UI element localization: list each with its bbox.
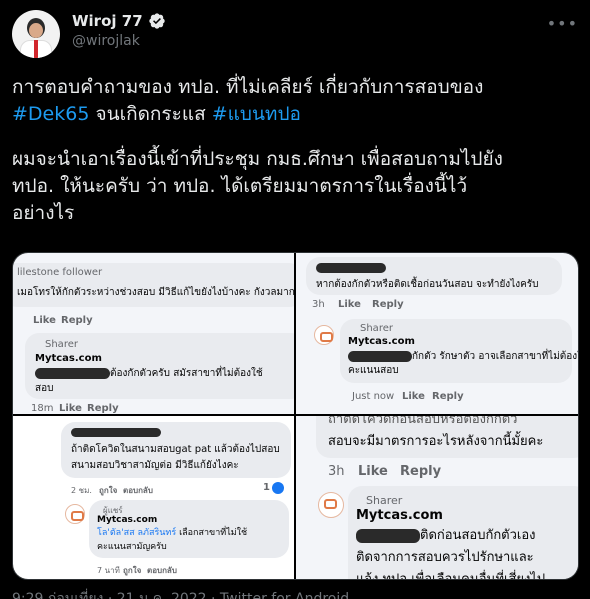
sharer-reply-3: แจ้ง ทปอ เพื่อเลือนคนอื่นที่เสี่ยงไป: [356, 572, 546, 580]
name-row: Wiroj 77: [72, 12, 166, 30]
verified-badge-icon: [148, 13, 165, 29]
redacted-name: [348, 350, 412, 362]
tweet-line: ผมจะนำเอาเรื่องนี้เข้าที่ประชุม กมธ.ศึกษ…: [12, 146, 578, 173]
sharer-label: Sharer: [45, 339, 78, 350]
avatar-tie: [34, 40, 38, 58]
comment-text-1: ถ้าติดโควิดก่อนสอบหรือต้องกักตัว: [328, 416, 518, 427]
reply-link[interactable]: Reply: [400, 464, 441, 479]
sharer-reply-text: เลือกสาขาที่ไม่ใช้: [176, 528, 248, 538]
tweet-header: Wiroj 77 @wirojlak •••: [12, 8, 578, 60]
sharer-avatar: [318, 492, 344, 518]
like-link[interactable]: ถูกใจ: [99, 484, 117, 497]
like-link[interactable]: Like: [59, 403, 82, 414]
tweet-text-span: ทปอ. ให้นะครับ ว่า ทปอ. ได้เตรียมมาตรการ…: [12, 175, 468, 197]
comment-text-2: สนามสอบวิชาสามัญต่อ มีวิธีแก้ยังไงคะ: [71, 460, 239, 471]
comment-bubble: ถ้าติดโควิดก่อนสอบหรือต้องกักตัว สอบจะมี…: [316, 416, 578, 458]
media-image-4[interactable]: ถ้าติดโควิดก่อนสอบหรือต้องกักตัว สอบจะมี…: [296, 416, 578, 580]
tweet-line: การตอบคำถามของ ทปอ. ที่ไม่เคลียร์ เกี่ยว…: [12, 74, 578, 101]
media-image-1[interactable]: lilestone follower เมอโทรให้กักตัวระหว่า…: [13, 253, 294, 414]
sharer-reply-2: คะแนนสามัญครับ: [97, 542, 167, 552]
sharer-name: Mytcas.com: [35, 353, 102, 364]
like-reaction-icon: [272, 482, 284, 494]
sharer-reply-text: กักตัว รักษาตัว อาจเลือกสาขาที่ไม่ต้องใช…: [412, 351, 579, 362]
comment-bubble: lilestone follower เมอโทรให้กักตัวระหว่า…: [13, 263, 294, 307]
avatar[interactable]: [12, 10, 60, 58]
tweet-text-span: ผมจะนำเอาเรื่องนี้เข้าที่ประชุม กมธ.ศึกษ…: [12, 148, 503, 170]
sharer-reply: ติดก่อนสอบกักตัวเอง: [356, 528, 536, 543]
timestamp: 3h: [312, 299, 325, 310]
sharer-reply-text: ต้องกักตัวครับ สมัรสาขาที่ไม่ต้องใช้: [110, 368, 263, 379]
tweet-line: ทปอ. ให้นะครับ ว่า ทปอ. ได้เตรียมมาตรการ…: [12, 173, 578, 200]
reply-link[interactable]: Reply: [87, 403, 119, 414]
media-grid: lilestone follower เมอโทรให้กักตัวระหว่า…: [12, 252, 579, 580]
sharer-reply: ต้องกักตัวครับ สมัรสาขาที่ไม่ต้องใช้: [35, 366, 263, 381]
tweet-line: #Dek65 จนเกิดกระแส #แบนทปอ: [12, 101, 578, 128]
redacted-name: [316, 263, 386, 273]
more-icon[interactable]: •••: [547, 14, 578, 33]
sharer-label: Sharer: [360, 323, 393, 334]
reply-link[interactable]: Reply: [432, 391, 464, 402]
reply-link[interactable]: ตอบกลับ: [147, 564, 177, 577]
redacted-name: [356, 528, 420, 543]
sharer-name: Mytcas.com: [348, 336, 415, 347]
sharer-label: Sharer: [366, 494, 403, 507]
follower-badge: lilestone follower: [17, 267, 103, 278]
sharer-reply: โล'ตัล'สส ลภัสรินทร์ เลือกสาขาที่ไม่ใช้: [97, 526, 247, 541]
timestamp: 2 ชม.: [71, 486, 92, 495]
tweet-text: การตอบคำถามของ ทปอ. ที่ไม่เคลียร์ เกี่ยว…: [12, 74, 578, 227]
like-link[interactable]: Like: [358, 464, 388, 479]
comment-text: เมอโทรให้กักตัวระหว่างช่วงสอบ มีวิธีแก้ไ…: [17, 287, 294, 298]
sharer-bubble: Sharer Mytcas.com ต้องกักตัวครับ สมัรสาข…: [25, 333, 294, 399]
sharer-reply-2: คะแนนสอบ: [348, 365, 399, 376]
tweet-timestamp[interactable]: 9:29 ก่อนเที่ยง · 21 ม.ค. 2022 · Twitter…: [12, 588, 349, 599]
sharer-name: Mytcas.com: [356, 508, 443, 523]
reply-link[interactable]: ตอบกลับ: [123, 484, 153, 497]
timestamp: 7 นาที: [97, 566, 120, 575]
like-link[interactable]: Like: [338, 299, 361, 310]
media-image-2[interactable]: หากต้องกักตัวหรือติดเชื้อก่อนวันสอบ จะทำ…: [296, 253, 578, 414]
like-link[interactable]: Like: [33, 315, 56, 326]
tweet-text-span: จนเกิดกระแส: [89, 103, 212, 125]
handle[interactable]: @wirojlak: [72, 33, 140, 49]
reply-link[interactable]: Reply: [61, 315, 93, 326]
sharer-reply-2: สอบ: [35, 383, 54, 394]
sharer-reply: กักตัว รักษาตัว อาจเลือกสาขาที่ไม่ต้องใช…: [348, 349, 579, 364]
comment-bubble: ถ้าติดโควิดในสนามสอบgat pat แล้วต้องไปสอ…: [61, 422, 291, 478]
sharer-bubble: Sharer Mytcas.com ติดก่อนสอบกักตัวเอง ติ…: [348, 486, 578, 580]
sharer-avatar: [65, 504, 85, 524]
display-name[interactable]: Wiroj 77: [72, 12, 143, 30]
sharer-avatar: [314, 325, 334, 345]
sharer-bubble: ผู้แชร์ Mytcas.com โล'ตัล'สส ลภัสรินทร์ …: [89, 500, 289, 558]
redacted-name: [71, 428, 161, 437]
media-image-3[interactable]: ถ้าติดโควิดในสนามสอบgat pat แล้วต้องไปสอ…: [13, 416, 294, 579]
timestamp: 18m: [31, 403, 54, 414]
hashtag-ban[interactable]: #แบนทปอ: [212, 103, 301, 125]
comment-text-2: สอบจะมีมาตรการอะไรหลังจากนี้มั้ยคะ: [328, 434, 544, 449]
redacted-name: [35, 367, 110, 379]
mention-link[interactable]: โล'ตัล'สส ลภัสรินทร์: [97, 528, 176, 538]
comment-text-1: ถ้าติดโควิดในสนามสอบgat pat แล้วต้องไปสอ…: [71, 444, 280, 455]
tweet-text-span: การตอบคำถามของ ทปอ. ที่ไม่เคลียร์ เกี่ยว…: [12, 76, 484, 98]
sharer-reply-text: ติดก่อนสอบกักตัวเอง: [420, 528, 536, 543]
tweet-line: อย่างไร: [12, 200, 578, 227]
like-link[interactable]: ถูกใจ: [123, 564, 141, 577]
reply-link[interactable]: Reply: [372, 299, 404, 310]
timestamp: Just now: [352, 391, 395, 402]
like-link[interactable]: Like: [402, 391, 425, 402]
reaction-count: 1: [263, 482, 270, 493]
sharer-bubble: Sharer Mytcas.com กักตัว รักษาตัว อาจเลื…: [340, 319, 578, 383]
avatar-face: [29, 23, 43, 38]
tweet-text-span: อย่างไร: [12, 202, 75, 224]
comment-bubble: หากต้องกักตัวหรือติดเชื้อก่อนวันสอบ จะทำ…: [306, 257, 562, 295]
sharer-reply-2: ติดจากการสอบควรไปรักษาและ: [356, 550, 534, 565]
timestamp: 3h: [328, 464, 345, 479]
comment-text: หากต้องกักตัวหรือติดเชื้อก่อนวันสอบ จะทำ…: [316, 279, 539, 290]
hashtag-dek65[interactable]: #Dek65: [12, 103, 89, 125]
